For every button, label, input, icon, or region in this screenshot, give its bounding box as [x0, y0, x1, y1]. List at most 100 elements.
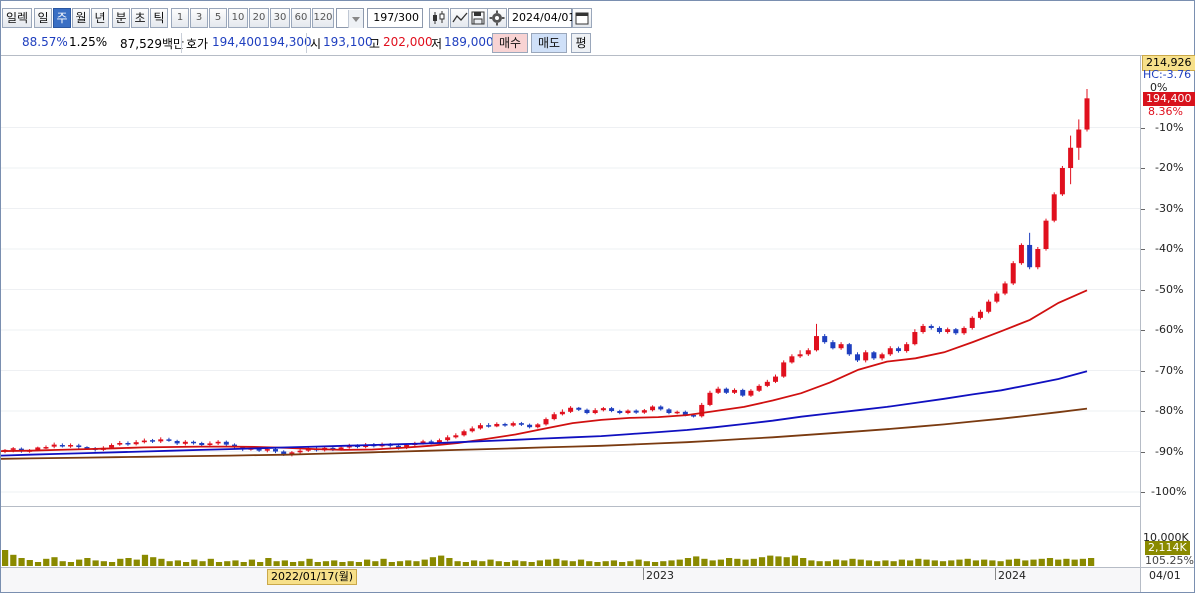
cursor-date-label: 2022/01/17(월): [267, 569, 358, 585]
chevron-down-icon[interactable]: [348, 10, 363, 28]
buy-button[interactable]: 매수: [492, 33, 528, 53]
candle-body: [1084, 98, 1090, 130]
calendar-icon[interactable]: [572, 8, 592, 28]
high-label: 고: [369, 37, 381, 51]
candle-body: [461, 431, 467, 436]
candle-body: [150, 440, 156, 442]
volume-bar: [956, 559, 963, 566]
volume-bar: [783, 557, 790, 566]
candle-body: [928, 325, 934, 328]
price-tick-label: -70%: [1155, 363, 1184, 377]
eval-button[interactable]: 평: [571, 33, 591, 53]
volume-bar: [306, 558, 313, 566]
volume-bar: [602, 561, 609, 566]
candle-body: [297, 450, 303, 453]
candle-body: [1059, 168, 1065, 195]
candle-body: [748, 390, 754, 396]
candle-body: [486, 425, 492, 427]
period-minute-button[interactable]: 분: [112, 8, 130, 28]
candle-body: [117, 442, 123, 445]
volume-bar: [627, 561, 634, 566]
volume-bar: [26, 560, 33, 566]
candle-body: [1043, 220, 1049, 249]
gear-icon[interactable]: [487, 8, 507, 28]
period-month-button[interactable]: 월: [72, 8, 90, 28]
candle-body: [182, 441, 188, 444]
interval-3-button[interactable]: 3: [190, 8, 208, 28]
candle-body: [158, 439, 164, 442]
price-axis: 214,926 HC:-3.76 0% 194,400 8.36% -10% -2…: [1141, 55, 1195, 506]
volume-bar: [76, 559, 83, 566]
interval-1-button[interactable]: 1: [171, 8, 189, 28]
volume-bar: [322, 561, 330, 566]
volume-bar: [808, 560, 815, 566]
period-second-button[interactable]: 초: [131, 8, 149, 28]
volume-bar: [865, 560, 873, 566]
candle-body: [1035, 249, 1041, 268]
chart-area[interactable]: 214,926 HC:-3.76 0% 194,400 8.36% -10% -2…: [1, 55, 1195, 592]
volume-bar: [347, 561, 354, 566]
divider: [643, 568, 644, 580]
candle-body: [920, 325, 926, 333]
sell-button[interactable]: 매도: [531, 33, 567, 53]
volume-bar: [100, 561, 107, 566]
candle-body: [904, 344, 910, 352]
tick-mark: [1141, 289, 1145, 291]
interval-30-button[interactable]: 30: [270, 8, 290, 28]
candle-body: [805, 350, 811, 355]
count-display[interactable]: 197/300: [367, 8, 423, 28]
candle-type-icon[interactable]: [429, 8, 449, 28]
tick-mark: [1141, 208, 1145, 210]
volume-bar: [857, 559, 864, 566]
ratio2-value: 1.25%: [69, 35, 108, 49]
volume-bar: [10, 554, 17, 566]
quote-row: 88.57% 1.25% 87,529백만 호가 194,400 194,300…: [0, 33, 1195, 53]
period-tick-button[interactable]: 틱: [150, 8, 168, 28]
volume-bar: [1063, 558, 1070, 566]
interval-60-button[interactable]: 60: [291, 8, 311, 28]
code-button[interactable]: 일렉: [2, 8, 32, 28]
interval-20-button[interactable]: 20: [249, 8, 269, 28]
volume-bar: [364, 559, 371, 566]
volume-bar: [248, 559, 256, 566]
tick-mark: [1141, 330, 1145, 331]
candle-body: [1027, 244, 1033, 268]
interval-combo[interactable]: [336, 8, 364, 28]
line-chart-icon[interactable]: [450, 8, 470, 28]
volume-bar: [841, 560, 848, 566]
interval-120-button[interactable]: 120: [312, 8, 334, 28]
volume-bar: [51, 557, 58, 566]
volume-bar: [503, 562, 511, 566]
moving-average-mid: [1, 370, 1088, 457]
volume-bar: [405, 560, 412, 566]
volume-bar: [619, 562, 626, 566]
date-field[interactable]: 2024/04/01: [508, 8, 575, 28]
volume-bar: [948, 560, 955, 566]
divider: [181, 33, 182, 53]
volume-bar: [150, 557, 157, 566]
candle-body: [76, 445, 82, 448]
volume-bar: [701, 558, 708, 566]
volume-bar: [43, 558, 50, 566]
save-icon[interactable]: [468, 8, 488, 28]
interval-5-button[interactable]: 5: [209, 8, 227, 28]
volume-bar: [610, 560, 618, 566]
candle-body: [207, 443, 213, 446]
right-date-label: 04/01: [1149, 569, 1181, 582]
current-pct-label: 8.36%: [1148, 105, 1183, 118]
period-day-button[interactable]: 일: [34, 8, 52, 28]
period-year-button[interactable]: 년: [91, 8, 109, 28]
candle-body: [715, 388, 721, 393]
period-week-button[interactable]: 주: [53, 8, 71, 28]
interval-10-button[interactable]: 10: [228, 8, 248, 28]
year-2024-label: 2024: [998, 569, 1026, 582]
volume-bar: [59, 561, 66, 566]
candle-body: [264, 449, 270, 451]
volume-bar: [191, 559, 198, 566]
candle-body: [846, 344, 852, 355]
candle-body: [592, 410, 598, 414]
volume-bar: [1088, 558, 1095, 566]
candle-body: [527, 424, 533, 428]
volume-bar: [1030, 559, 1037, 566]
candle-body: [543, 419, 549, 425]
